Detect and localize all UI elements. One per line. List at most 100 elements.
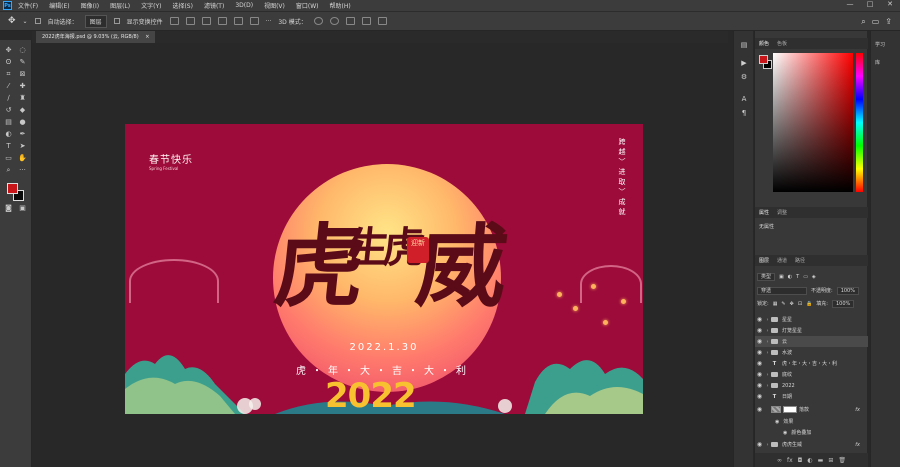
layer-row[interactable]: ◉ 落款 fx — [755, 404, 868, 415]
roll-3d-icon[interactable] — [329, 17, 339, 25]
menu-3d[interactable]: 3D(D) — [235, 2, 253, 9]
menu-image[interactable]: 图像(I) — [81, 1, 99, 10]
lock-all-icon[interactable]: 🔒 — [806, 301, 812, 307]
hand-tool-icon[interactable]: ✋ — [18, 154, 27, 162]
expand-arrow-icon[interactable]: › — [764, 317, 771, 323]
slide-3d-icon[interactable] — [361, 17, 371, 25]
rectangle-tool-icon[interactable]: ▭ — [4, 154, 13, 162]
opacity-input[interactable]: 100% — [836, 286, 859, 295]
healing-brush-tool-icon[interactable]: ✚ — [18, 82, 27, 90]
lasso-tool-icon[interactable]: ʘ — [4, 58, 13, 66]
document-tab[interactable]: 2022虎年海报.psd @ 9.03% (云, RGB/8) × — [36, 31, 156, 43]
effects-eye-icon[interactable]: ◉ — [775, 419, 779, 425]
color-picker-field[interactable] — [773, 53, 853, 192]
move-tool-icon[interactable]: ✥ — [4, 46, 13, 54]
tab-adjustments[interactable]: 调整 — [777, 209, 787, 216]
layer-kind-dropdown[interactable]: 类型 — [757, 272, 776, 281]
new-adjustment-icon[interactable]: ◐ — [807, 457, 812, 464]
visibility-eye-icon[interactable]: ◉ — [755, 349, 764, 356]
tool-preset-arrow-icon[interactable]: ⌄ — [23, 18, 28, 25]
layer-effects-icon[interactable]: fx — [855, 407, 860, 413]
menu-layer[interactable]: 图层(L) — [110, 1, 130, 10]
layer-row[interactable]: ◉ › 星星 — [755, 314, 868, 325]
eyedropper-tool-icon[interactable]: ⁄ — [4, 82, 13, 90]
new-group-icon[interactable]: ▬ — [818, 457, 824, 464]
layer-effect-row[interactable]: ◉ 颜色叠加 — [755, 427, 868, 438]
menu-edit[interactable]: 编辑(E) — [49, 1, 69, 10]
tab-paths[interactable]: 路径 — [795, 257, 805, 264]
blur-tool-icon[interactable]: ● — [18, 118, 27, 126]
lock-pixels-icon[interactable]: ▦ — [773, 301, 778, 307]
library-panel-tab[interactable]: 库 — [875, 59, 880, 66]
tab-color[interactable]: 颜色 — [759, 40, 769, 47]
lock-artboard-icon[interactable]: ⊡ — [798, 301, 802, 307]
share-icon[interactable]: ⇪ — [885, 17, 892, 27]
filter-pixel-icon[interactable]: ▣ — [779, 274, 784, 280]
link-layers-icon[interactable]: ∞ — [777, 457, 782, 464]
foreground-color-swatch[interactable] — [7, 183, 18, 194]
screen-mode-icon[interactable]: ▣ — [18, 204, 27, 212]
expand-arrow-icon[interactable]: › — [764, 339, 771, 345]
visibility-eye-icon[interactable]: ◉ — [755, 360, 764, 367]
expand-arrow-icon[interactable]: › — [764, 350, 771, 356]
move-tool-icon[interactable]: ✥ — [8, 16, 16, 26]
menu-help[interactable]: 帮助(H) — [330, 1, 351, 10]
tab-channels[interactable]: 通道 — [777, 257, 787, 264]
tab-swatches[interactable]: 色板 — [777, 40, 787, 47]
visibility-eye-icon[interactable]: ◉ — [755, 338, 764, 345]
align-left-icon[interactable] — [169, 17, 179, 25]
menu-view[interactable]: 视图(V) — [264, 1, 285, 10]
poster-canvas[interactable]: 春节快乐 Spring Festival 跨越〉进取〉成就 虎生虎威 迎新 20… — [125, 124, 643, 414]
gradient-tool-icon[interactable]: ▤ — [4, 118, 13, 126]
layer-row[interactable]: ◉ T 虎・年・大・吉・大・利 — [755, 358, 868, 369]
add-mask-icon[interactable]: ◘ — [798, 457, 803, 464]
minimize-icon[interactable]: — — [840, 0, 860, 8]
layer-row[interactable]: ◉ › 水波 — [755, 347, 868, 358]
visibility-eye-icon[interactable]: ◉ — [755, 393, 764, 400]
history-brush-tool-icon[interactable]: ↺ — [4, 106, 13, 114]
align-top-icon[interactable] — [217, 17, 227, 25]
menu-select[interactable]: 选择(S) — [172, 1, 193, 10]
visibility-eye-icon[interactable]: ◉ — [755, 441, 764, 448]
tab-layers[interactable]: 图层 — [759, 257, 769, 264]
filter-shape-icon[interactable]: ▭ — [803, 274, 808, 280]
panel-foreground-swatch[interactable] — [759, 55, 768, 64]
more-tools-icon[interactable]: ··· — [18, 166, 27, 174]
adjust-icon[interactable]: ⚙ — [739, 73, 749, 82]
delete-layer-icon[interactable]: 🗑 — [838, 457, 846, 464]
zoom-tool-icon[interactable]: ⌕ — [4, 166, 13, 174]
menu-filter[interactable]: 滤镜(T) — [204, 1, 224, 10]
fill-input[interactable]: 100% — [831, 299, 855, 308]
lock-move-icon[interactable]: ✥ — [790, 301, 794, 307]
expand-arrow-icon[interactable]: › — [764, 383, 771, 389]
expand-arrow-icon[interactable]: › — [764, 372, 771, 378]
history-icon[interactable]: ▤ — [739, 41, 749, 50]
pan-3d-icon[interactable] — [345, 17, 355, 25]
menu-type[interactable]: 文字(Y) — [141, 1, 161, 10]
visibility-eye-icon[interactable]: ◉ — [755, 406, 764, 413]
crop-tool-icon[interactable]: ⌗ — [4, 70, 13, 78]
more-options-icon[interactable]: ··· — [266, 18, 272, 25]
close-window-icon[interactable]: ✕ — [880, 0, 900, 8]
pen-tool-icon[interactable]: ✒ — [18, 130, 27, 138]
brush-tool-icon[interactable]: ∕ — [4, 94, 13, 102]
menu-window[interactable]: 窗口(W) — [296, 1, 319, 10]
expand-arrow-icon[interactable]: › — [764, 442, 771, 448]
frame-tool-icon[interactable]: ⊠ — [18, 70, 27, 78]
visibility-eye-icon[interactable]: ◉ — [755, 316, 764, 323]
orbit-3d-icon[interactable] — [313, 17, 323, 25]
artboard-tool-icon[interactable]: ◌ — [18, 46, 27, 54]
menu-file[interactable]: 文件(F) — [18, 1, 38, 10]
align-center-icon[interactable] — [185, 17, 195, 25]
lock-paint-icon[interactable]: ✎ — [781, 301, 785, 307]
layer-row[interactable]: ◉ T 日期 — [755, 391, 868, 402]
paragraph-icon[interactable]: ¶ — [739, 109, 749, 118]
new-layer-icon[interactable]: ⊞ — [828, 457, 833, 464]
layer-row[interactable]: ◉ › 底纹 — [755, 369, 868, 380]
path-select-tool-icon[interactable]: ➤ — [18, 142, 27, 150]
auto-select-target-dropdown[interactable]: 图层 — [84, 14, 107, 28]
expand-arrow-icon[interactable]: › — [764, 328, 771, 334]
layer-effects-icon[interactable]: fx — [855, 442, 860, 448]
filter-adjust-icon[interactable]: ◐ — [788, 274, 792, 280]
quick-mask-icon[interactable]: ◙ — [4, 204, 13, 212]
